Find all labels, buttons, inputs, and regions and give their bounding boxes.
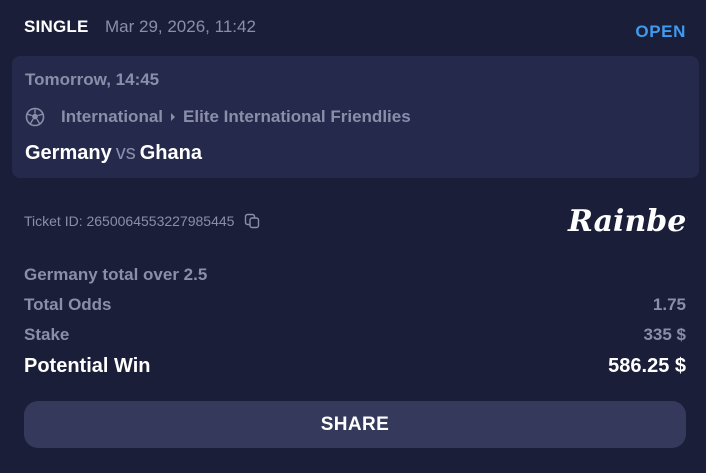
stake-row: Stake 335 $ <box>24 325 686 345</box>
potential-win-value: 586.25 $ <box>608 355 686 377</box>
home-team: Germany <box>25 142 112 164</box>
copy-icon[interactable] <box>244 213 260 229</box>
chevron-right-icon <box>171 113 176 121</box>
away-team: Ghana <box>139 142 202 164</box>
total-odds-row: Total Odds 1.75 <box>24 295 686 315</box>
svg-text:Rainbet: Rainbet <box>567 204 688 239</box>
bet-type-label: SINGLE <box>24 17 89 36</box>
league-label: Elite International Friendlies <box>183 107 411 126</box>
category-label: International <box>61 107 164 126</box>
rainbet-logo: Rainbet <box>566 200 700 240</box>
vs-separator: vs <box>115 142 136 164</box>
status-badge: OPEN <box>635 22 686 41</box>
event-time: Tomorrow, 14:45 <box>25 70 160 89</box>
league-breadcrumb: International Elite International Friend… <box>25 106 411 128</box>
potential-win-row: Potential Win 586.25 $ <box>24 355 686 378</box>
potential-win-label: Potential Win <box>24 355 151 377</box>
bet-slip-card: SINGLE Mar 29, 2026, 11:42 OPEN Tomorrow… <box>0 0 706 473</box>
total-odds-label: Total Odds <box>24 295 112 314</box>
bet-date: Mar 29, 2026, 11:42 <box>105 17 256 36</box>
stake-label: Stake <box>24 325 70 344</box>
bet-selection: Germany total over 2.5 <box>24 265 208 284</box>
soccer-ball-icon <box>25 107 45 127</box>
stake-value: 335 $ <box>643 325 686 344</box>
share-button[interactable]: SHARE <box>24 401 686 448</box>
ticket-id: Ticket ID: 2650064553227985445 <box>24 213 235 229</box>
match-teams: Germany vs Ghana <box>25 142 202 165</box>
total-odds-value: 1.75 <box>652 295 686 314</box>
bet-header: SINGLE Mar 29, 2026, 11:42 OPEN <box>24 16 686 41</box>
event-panel[interactable]: Tomorrow, 14:45 International Elite Inte… <box>12 56 699 178</box>
ticket-id-row: Ticket ID: 2650064553227985445 <box>24 213 260 229</box>
